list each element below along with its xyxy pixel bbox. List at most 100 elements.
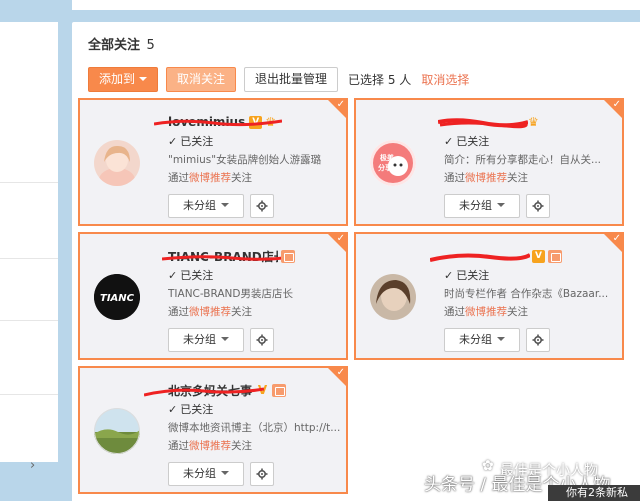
check-icon: ✓: [168, 135, 178, 148]
check-icon: ✓: [336, 367, 345, 378]
group-select[interactable]: 未分组: [444, 328, 520, 352]
follow-status: ✓ 已关注: [168, 402, 343, 418]
message-notification[interactable]: 你有2条新私: [548, 485, 640, 501]
svg-text:分享: 分享: [378, 163, 392, 172]
group-select[interactable]: 未分组: [168, 194, 244, 218]
via-source-link[interactable]: 微博推荐: [189, 440, 231, 452]
via-suffix: 关注: [231, 172, 252, 184]
top-strip: [72, 0, 640, 10]
sidebar-divider: [0, 394, 58, 395]
user-card[interactable]: ✓ 北京多妈关七事 V ✓ 已关注 微博本地资讯博主（北京）http://t...…: [78, 366, 348, 494]
gear-icon: [532, 200, 544, 212]
redaction-scribble: [162, 255, 292, 261]
gear-icon: [256, 334, 268, 346]
group-label: 未分组: [183, 467, 216, 480]
via-source-link[interactable]: 微博推荐: [465, 306, 507, 318]
avatar[interactable]: [370, 274, 416, 320]
check-icon: ✓: [336, 99, 345, 110]
group-label: 未分组: [183, 333, 216, 346]
chevron-right-icon[interactable]: ›: [30, 458, 35, 473]
gear-icon: [256, 200, 268, 212]
user-description: "mimius"女装品牌创始人游露璐: [168, 154, 322, 166]
settings-button[interactable]: [250, 328, 274, 352]
follow-list-panel: 全部关注 5 添加到 取消关注 退出批量管理 已选择 5 人 取消选择 ✓ lo…: [72, 22, 640, 501]
follow-source: 通过微博推荐关注: [444, 170, 619, 186]
check-icon: ✓: [444, 135, 454, 148]
page-title: 全部关注 5: [88, 34, 155, 53]
redaction-scribble: [430, 253, 530, 262]
follow-status-text: 已关注: [180, 269, 214, 282]
settings-button[interactable]: [250, 194, 274, 218]
via-prefix: 通过: [444, 306, 465, 318]
svg-text:TIANC: TIANC: [100, 293, 135, 304]
follow-status: ✓ 已关注: [444, 134, 619, 150]
check-icon: ✓: [168, 269, 178, 282]
avatar[interactable]: [94, 140, 140, 186]
add-to-button[interactable]: 添加到: [88, 66, 159, 92]
via-prefix: 通过: [168, 306, 189, 318]
caret-down-icon: [497, 203, 505, 207]
caret-down-icon: [497, 337, 505, 341]
member-icon: [281, 249, 295, 263]
group-select[interactable]: 未分组: [444, 194, 520, 218]
follow-status-text: 已关注: [180, 403, 214, 416]
member-icon: [272, 383, 287, 397]
follow-status: ✓ 已关注: [444, 268, 619, 284]
group-label: 未分组: [459, 199, 492, 212]
via-source-link[interactable]: 微博推荐: [189, 306, 231, 318]
user-description: 时尚专栏作者 合作杂志《Bazaar...: [444, 288, 609, 300]
user-card[interactable]: ✓ 极美 分享 ♛ ✓ 已关注 简介：所有分享都走心！自从关... 通过微博推荐关…: [354, 98, 624, 226]
settings-button[interactable]: [526, 328, 550, 352]
settings-button[interactable]: [526, 194, 550, 218]
check-icon: ✓: [168, 403, 178, 416]
caret-down-icon: [139, 76, 148, 81]
left-sidebar: ›: [0, 22, 58, 473]
add-to-label: 添加到: [99, 71, 136, 86]
sidebar-divider: [0, 320, 58, 321]
via-suffix: 关注: [507, 306, 528, 318]
group-select[interactable]: 未分组: [168, 328, 244, 352]
via-source-link[interactable]: 微博推荐: [189, 172, 231, 184]
verified-icon: V: [532, 249, 545, 263]
member-icon: [548, 249, 562, 263]
via-prefix: 通过: [444, 172, 465, 184]
exit-batch-button[interactable]: 退出批量管理: [244, 66, 339, 92]
unfollow-button[interactable]: 取消关注: [166, 66, 237, 92]
avatar[interactable]: [94, 408, 140, 454]
redaction-scribble: [144, 387, 264, 397]
follow-status-text: 已关注: [180, 135, 214, 148]
group-select[interactable]: 未分组: [168, 462, 244, 486]
avatar[interactable]: TIANC: [94, 274, 140, 320]
notification-text: 你有2条新私: [566, 486, 628, 499]
check-icon: ✓: [444, 269, 454, 282]
check-icon: ✓: [612, 99, 621, 110]
user-card[interactable]: ✓ V ✓ 已关注 时尚专栏作者 合作杂志《Bazaar... 通过微博推荐关注 …: [354, 232, 624, 360]
redaction-scribble: [154, 119, 282, 127]
via-source-link[interactable]: 微博推荐: [465, 172, 507, 184]
cancel-selection-link[interactable]: 取消选择: [421, 71, 469, 88]
redaction-scribble: [438, 118, 528, 129]
follow-source: 通过微博推荐关注: [168, 170, 343, 186]
settings-button[interactable]: [250, 462, 274, 486]
via-prefix: 通过: [168, 172, 189, 184]
user-card[interactable]: ✓ TIANC TIANC-BRAND店长 ✓ 已关注 TIANC-BRAND男装…: [78, 232, 348, 360]
user-card[interactable]: ✓ lovemimius V ♛ ✓ 已关注 "mimius"女装品牌创始人游露璐…: [78, 98, 348, 226]
follow-status-text: 已关注: [456, 135, 490, 148]
via-prefix: 通过: [168, 440, 189, 452]
user-description: 简介：所有分享都走心！自从关...: [444, 154, 602, 166]
caret-down-icon: [221, 337, 229, 341]
follow-source: 通过微博推荐关注: [168, 304, 343, 320]
follow-source: 通过微博推荐关注: [444, 304, 619, 320]
avatar[interactable]: 极美 分享: [370, 140, 416, 186]
caret-down-icon: [221, 203, 229, 207]
group-label: 未分组: [183, 199, 216, 212]
group-label: 未分组: [459, 333, 492, 346]
via-suffix: 关注: [231, 306, 252, 318]
sidebar-divider: [0, 182, 58, 183]
sidebar-divider: [0, 258, 58, 259]
selected-count-text: 已选择 5 人: [348, 72, 412, 87]
check-icon: ✓: [336, 233, 345, 244]
follow-status: ✓ 已关注: [168, 134, 343, 150]
caret-down-icon: [221, 471, 229, 475]
svg-text:极美: 极美: [380, 153, 395, 162]
